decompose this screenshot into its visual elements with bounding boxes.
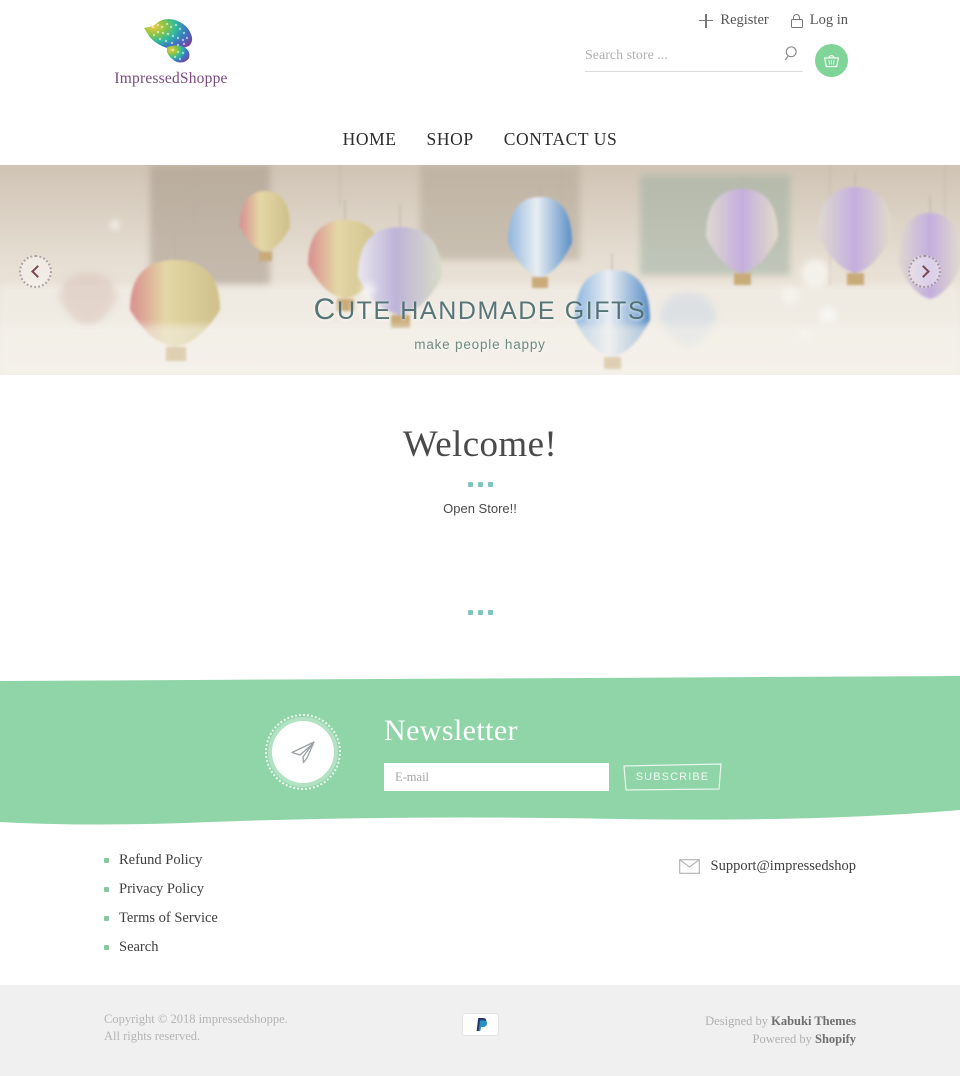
envelope-icon (678, 859, 700, 874)
search-area (585, 44, 848, 77)
powered-by-name[interactable]: Shopify (815, 1032, 856, 1046)
footer-link-label: Refund Policy (119, 852, 203, 868)
divider-dots-secondary (0, 610, 960, 615)
hero-caption-title: Cute handmade gifts (0, 293, 960, 327)
hero-banner[interactable]: Cute handmade gifts make people happy (0, 165, 960, 375)
carousel-prev-button[interactable] (19, 255, 52, 288)
bullet-icon (104, 858, 109, 863)
powered-by-line: Powered by Shopify (705, 1030, 857, 1048)
subscribe-label: SUBSCRIBE (635, 771, 710, 783)
lock-icon (790, 13, 803, 28)
divider-dots (0, 482, 960, 487)
bullet-icon (104, 887, 109, 892)
bullet-icon (104, 916, 109, 921)
footer-link-label: Search (119, 939, 159, 955)
paypal-icon (476, 1018, 487, 1031)
welcome-section: Welcome! Open Store!! (0, 375, 960, 615)
carousel-next-button[interactable] (908, 255, 941, 288)
search-box (585, 46, 803, 72)
footer-section: Refund Policy Privacy Policy Terms of Se… (0, 840, 960, 985)
register-label: Register (720, 12, 769, 28)
cart-button[interactable] (815, 44, 848, 77)
main-nav: HOME SHOP CONTACT US (0, 113, 960, 165)
hero-caption-subtitle: make people happy (414, 337, 546, 352)
plus-icon (699, 13, 714, 28)
register-link[interactable]: Register (699, 12, 769, 29)
newsletter-form: SUBSCRIBE (384, 762, 723, 792)
newsletter-email-input[interactable] (384, 763, 609, 791)
nav-item-contact-us[interactable]: CONTACT US (501, 129, 621, 150)
storefront-page: ImpressedShoppe Register Log in Search s… (0, 0, 960, 1076)
newsletter-section: Newsletter SUBSCRIBE (0, 672, 960, 832)
subscribe-button[interactable]: SUBSCRIBE (622, 762, 723, 792)
search-input[interactable] (585, 48, 765, 64)
hero-caption-first-letter: C (313, 293, 337, 326)
nav-item-home[interactable]: HOME (340, 129, 400, 150)
newsletter-title: Newsletter (384, 714, 518, 747)
footer-link-search[interactable]: Search (104, 939, 218, 956)
copyright-text: Copyright © 2018 impressedshoppe. All ri… (104, 1012, 288, 1043)
bullet-icon (104, 945, 109, 950)
payment-method-paypal (462, 1013, 499, 1036)
chevron-right-icon (916, 265, 930, 278)
welcome-body-text: Open Store!! (443, 501, 517, 516)
footer-link-privacy-policy[interactable]: Privacy Policy (104, 881, 218, 898)
powered-by-prefix: Powered by (752, 1032, 815, 1046)
footer-link-label: Privacy Policy (119, 881, 204, 897)
nav-item-shop[interactable]: SHOP (424, 129, 477, 150)
logo[interactable]: ImpressedShoppe (101, 14, 241, 88)
footer-email[interactable]: Support@impressedshop (678, 858, 856, 875)
credits: Designed by Kabuki Themes Powered by Sho… (705, 1012, 856, 1048)
footer-link-terms-of-service[interactable]: Terms of Service (104, 910, 218, 927)
login-label: Log in (809, 12, 848, 28)
designed-by-prefix: Designed by (705, 1014, 772, 1028)
footer-link-label: Terms of Service (119, 910, 218, 926)
shopping-basket-icon (823, 54, 840, 68)
designed-by-line: Designed by Kabuki Themes (705, 1012, 856, 1030)
page-title: Welcome! (402, 424, 558, 465)
designed-by-name[interactable]: Kabuki Themes (771, 1014, 856, 1028)
footer-link-refund-policy[interactable]: Refund Policy (104, 852, 218, 869)
footer-link-list: Refund Policy Privacy Policy Terms of Se… (104, 852, 218, 968)
hero-caption: Cute handmade gifts make people happy (0, 293, 960, 352)
dove-logo-icon (144, 19, 193, 63)
paper-plane-badge (265, 714, 341, 790)
logo-brand-text: ImpressedShoppe (114, 70, 228, 87)
footer-email-label: Support@impressedshop (710, 858, 856, 874)
site-header: ImpressedShoppe Register Log in (0, 0, 960, 113)
account-links: Register Log in (699, 12, 848, 29)
search-icon[interactable] (784, 45, 801, 62)
hero-caption-rest: ute handmade gifts (336, 297, 647, 325)
login-link[interactable]: Log in (790, 12, 848, 29)
chevron-left-icon (30, 265, 44, 278)
